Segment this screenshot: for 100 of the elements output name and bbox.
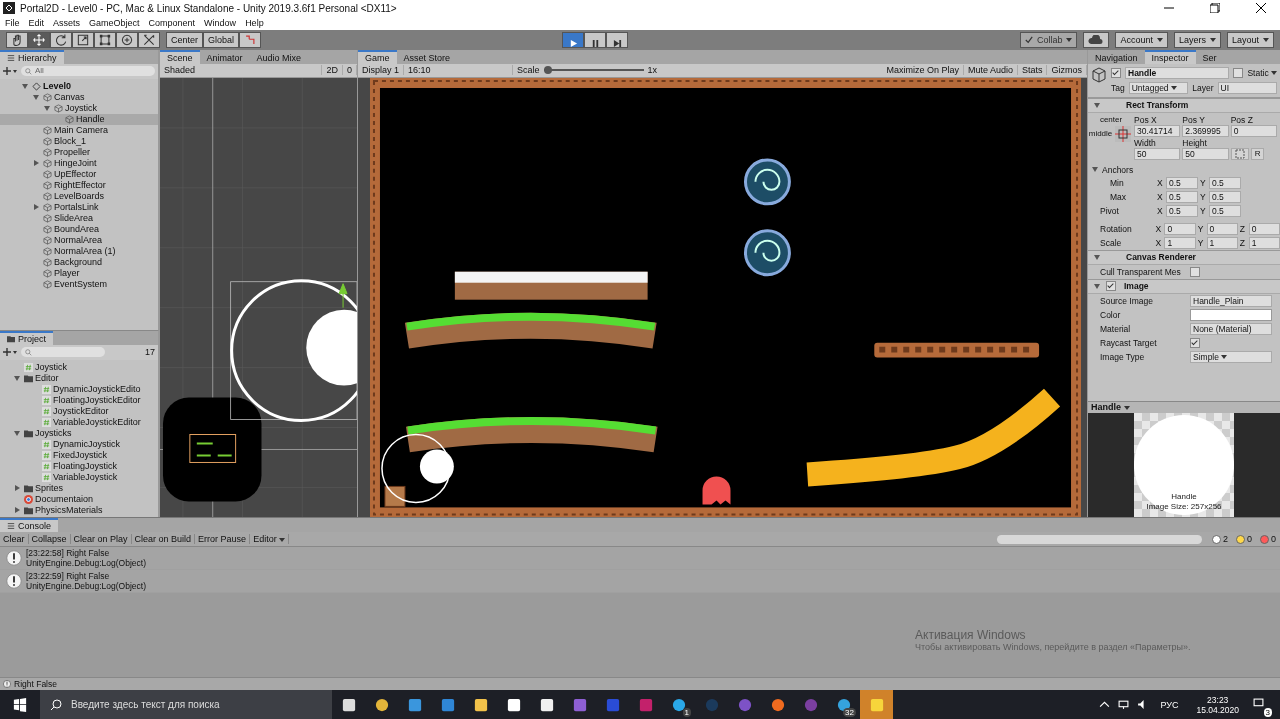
panel-tab[interactable]: Ser xyxy=(1195,51,1224,64)
editor-dropdown[interactable]: Editor xyxy=(250,534,290,545)
pause-button[interactable] xyxy=(584,31,607,48)
hierarchy-row[interactable]: Player xyxy=(0,267,158,279)
number-field[interactable]: 0.5 xyxy=(1209,176,1241,189)
project-row[interactable]: Editor xyxy=(0,372,158,384)
anchors-foldout[interactable]: Anchors xyxy=(1102,164,1134,175)
search-field[interactable] xyxy=(996,534,1202,544)
shading-dropdown[interactable]: Shaded xyxy=(160,65,323,76)
number-field[interactable]: 50 xyxy=(1182,147,1229,160)
project-row[interactable]: DynamicJoystick xyxy=(0,438,158,450)
project-row[interactable]: FloatingJoystick xyxy=(0,460,158,472)
game-view-toggle[interactable]: Maximize On Play xyxy=(882,65,964,76)
image-type-dropdown[interactable]: Simple xyxy=(1190,350,1272,363)
game-view-toggle[interactable]: Gizmos xyxy=(1047,65,1087,76)
panel-tab[interactable]: Navigation xyxy=(1088,51,1145,64)
log-count-toggle[interactable]: 2 xyxy=(1207,534,1232,545)
search-field[interactable] xyxy=(21,347,105,358)
restore-icon[interactable] xyxy=(1210,3,1220,14)
tool-button[interactable] xyxy=(6,31,28,48)
cull-checkbox[interactable] xyxy=(1190,266,1200,277)
expand-arrow-icon[interactable] xyxy=(1094,283,1100,289)
number-field[interactable]: 0.5 xyxy=(1209,190,1241,203)
active-checkbox[interactable] xyxy=(1111,67,1121,78)
create-button[interactable] xyxy=(3,66,17,77)
preview-title[interactable]: Handle xyxy=(1091,402,1130,413)
taskbar-search-field[interactable]: Введите здесь текст для поиска xyxy=(40,690,332,719)
tag-dropdown[interactable]: Untagged xyxy=(1128,81,1189,94)
hierarchy-row[interactable]: Main Camera xyxy=(0,124,158,136)
tool-button[interactable] xyxy=(94,31,116,48)
expand-arrow-icon[interactable] xyxy=(33,94,39,100)
number-field[interactable]: 0.5 xyxy=(1166,176,1198,189)
hierarchy-row[interactable]: Level0 xyxy=(0,80,158,92)
component-header[interactable]: Image xyxy=(1088,278,1280,294)
hidden-count[interactable]: 0 xyxy=(343,65,357,76)
play-button[interactable] xyxy=(562,31,585,48)
hidden-count[interactable]: 17 xyxy=(145,347,155,358)
expand-arrow-icon[interactable] xyxy=(1094,102,1100,108)
tool-button[interactable] xyxy=(138,31,160,48)
number-field[interactable]: 0 xyxy=(1206,222,1238,235)
hierarchy-row[interactable]: NormalArea (1) xyxy=(0,245,158,257)
hierarchy-row[interactable]: UpEffector xyxy=(0,168,158,180)
layer-dropdown[interactable]: UI xyxy=(1217,81,1277,94)
hierarchy-row[interactable]: EventSystem xyxy=(0,278,158,290)
number-field[interactable]: 50 xyxy=(1134,147,1181,160)
static-dropdown[interactable]: Static xyxy=(1247,67,1277,78)
menu-item[interactable]: Assets xyxy=(53,18,81,29)
number-field[interactable]: 0 xyxy=(1230,124,1277,137)
number-field[interactable]: 2.369995 xyxy=(1182,124,1229,137)
log-trace[interactable]: UnityEngine.Debug:Log(Object) xyxy=(26,558,146,569)
hierarchy-row[interactable]: BoundArea xyxy=(0,223,158,235)
log-message[interactable]: [23:22:59] Right False xyxy=(26,571,146,582)
panel-tab[interactable]: Animator xyxy=(199,51,250,64)
clock-time[interactable]: 23:23 xyxy=(1207,694,1229,705)
console-button[interactable]: Clear xyxy=(0,534,29,545)
menu-item[interactable]: Component xyxy=(148,18,196,29)
tool-button[interactable] xyxy=(116,31,138,48)
log-count-toggle[interactable]: 0 xyxy=(1256,534,1280,545)
number-field[interactable]: 30.41714 xyxy=(1134,124,1181,137)
static-checkbox[interactable] xyxy=(1233,67,1244,78)
project-row[interactable]: VariableJoystick xyxy=(0,471,158,483)
game-view-toggle[interactable]: Stats xyxy=(1017,65,1048,76)
number-field[interactable]: 0 xyxy=(1248,222,1280,235)
panel-tab[interactable]: Asset Store xyxy=(396,51,458,64)
number-field[interactable]: 1 xyxy=(1248,236,1280,249)
tool-button[interactable] xyxy=(50,31,72,48)
tool-button[interactable] xyxy=(28,31,50,48)
number-field[interactable]: 1 xyxy=(1206,236,1238,249)
log-message[interactable]: [23:22:58] Right False xyxy=(26,548,146,559)
2d-toggle[interactable]: 2D xyxy=(322,65,343,76)
project-row[interactable]: FixedJoystick xyxy=(0,449,158,461)
snap-button[interactable] xyxy=(239,31,262,48)
chevron-up-icon[interactable] xyxy=(1099,699,1111,710)
language-indicator[interactable]: РУС xyxy=(1160,699,1179,710)
project-row[interactable]: Sprites xyxy=(0,482,158,494)
close-icon[interactable] xyxy=(1256,3,1266,14)
hierarchy-row[interactable]: NormalArea xyxy=(0,234,158,246)
panel-tab[interactable]: Console xyxy=(0,518,59,533)
project-row[interactable]: VariableJoystickEditor xyxy=(0,416,158,428)
menu-item[interactable]: GameObject xyxy=(89,18,140,29)
number-field[interactable]: 0.5 xyxy=(1166,190,1198,203)
hierarchy-row[interactable]: SlideArea xyxy=(0,212,158,224)
expand-arrow-icon[interactable] xyxy=(34,204,39,211)
pivot-button[interactable]: Center xyxy=(166,31,203,48)
notification-icon[interactable] xyxy=(1253,698,1264,709)
raw-edit-button[interactable]: R xyxy=(1250,147,1265,160)
step-button[interactable] xyxy=(606,31,629,48)
hierarchy-row[interactable]: Background xyxy=(0,256,158,268)
hierarchy-row[interactable]: PortalsLink xyxy=(0,201,158,213)
enabled-checkbox[interactable] xyxy=(1106,281,1116,292)
expand-arrow-icon[interactable] xyxy=(1092,167,1098,173)
tool-button[interactable] xyxy=(72,31,94,48)
project-row[interactable]: Joystick xyxy=(0,361,158,373)
display-dropdown[interactable]: Display 1 xyxy=(358,65,404,76)
hierarchy-row[interactable]: RightEffector xyxy=(0,179,158,191)
object-field[interactable]: None (Material) xyxy=(1190,322,1272,335)
hierarchy-row[interactable]: LevelBoards xyxy=(0,190,158,202)
search-field[interactable]: All xyxy=(21,66,155,77)
hierarchy-row[interactable]: Handle xyxy=(0,113,158,125)
console-button[interactable]: Collapse xyxy=(28,534,71,545)
